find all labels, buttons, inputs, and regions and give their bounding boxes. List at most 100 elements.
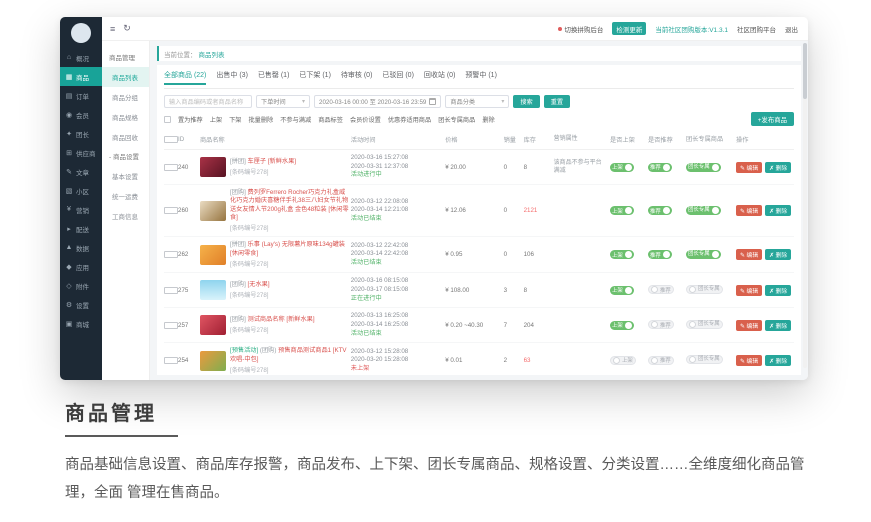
product-name-text[interactable]: [团购] [无水果] [230,281,270,289]
row-checkbox[interactable] [164,357,178,364]
leader-exclusive-toggle[interactable]: 团长专属 [686,320,723,329]
sidebar-item-goods[interactable]: ▦商品 [60,67,102,86]
shelf-toggle[interactable]: 上架 [610,286,634,295]
breadcrumb-current[interactable]: 商品列表 [199,49,225,59]
delete-button[interactable]: ✗ 删除 [765,205,791,216]
submenu-item[interactable]: 基本设置 [102,166,149,186]
recommend-toggle[interactable]: 推荐 [648,356,674,365]
product-name-text[interactable]: [团购] 费列罗Ferrero Rocher巧克力礼盒威化巧克力婚庆喜糖伴手礼3… [230,189,351,222]
sidebar-item-members[interactable]: ◉会员 [60,105,102,124]
batch-action[interactable]: 下架 [229,115,241,124]
product-image[interactable] [200,245,226,265]
submenu-item[interactable]: 统一运费 [102,186,149,206]
tab-预警中[interactable]: 预警中 (1) [465,70,497,84]
product-name-text[interactable]: [预售活动] (团购) 预售商品测试商品1 [KTV欢唱-中包] [230,347,351,364]
leader-exclusive-toggle[interactable]: 团长专属 [686,206,721,215]
edit-button[interactable]: ✎ 编辑 [736,205,762,216]
product-image[interactable] [200,315,226,335]
delete-button[interactable]: ✗ 删除 [765,285,791,296]
batch-action[interactable]: 置为推荐 [178,115,203,124]
submenu-item[interactable]: 商品回收 [102,127,149,147]
batch-action[interactable]: 删除 [482,115,494,124]
delete-button[interactable]: ✗ 删除 [765,162,791,173]
tab-已售罄[interactable]: 已售罄 (1) [258,70,290,84]
topbar-item[interactable]: 切换拼购后台 [558,24,603,34]
search-button[interactable]: 搜索 [513,95,539,108]
sidebar-item-marketing[interactable]: ¥营销 [60,200,102,219]
category-select[interactable]: 商品分类▾ [445,95,509,108]
product-name-text[interactable]: [团购] 测试商品名称 [新鲜水果] [230,316,315,324]
edit-button[interactable]: ✎ 编辑 [736,162,762,173]
row-checkbox[interactable] [164,164,178,171]
edit-button[interactable]: ✎ 编辑 [736,285,762,296]
delete-button[interactable]: ✗ 删除 [765,355,791,366]
leader-exclusive-toggle[interactable]: 团长专属 [686,285,723,294]
sidebar-item-settings[interactable]: ⚙设置 [60,295,102,314]
submenu-item[interactable]: 商品规格 [102,107,149,127]
batch-action[interactable]: 不参与满减 [280,115,311,124]
sidebar-item-data[interactable]: ▲数据 [60,238,102,257]
sidebar-item-community[interactable]: ▧小区 [60,181,102,200]
batch-action[interactable]: 上架 [210,115,222,124]
sidebar-item-assets[interactable]: ◇附件 [60,276,102,295]
leader-exclusive-toggle[interactable]: 团长专属 [686,163,721,172]
topbar-item[interactable]: 社区团购平台 [737,24,776,34]
shelf-toggle[interactable]: 上架 [610,321,634,330]
product-name-text[interactable]: [拼团] 乐事 (Lay's) 无限薯片原味134g罐装 [休闲零食] [230,241,351,258]
sidebar-item-apps[interactable]: ◆应用 [60,257,102,276]
edit-button[interactable]: ✎ 编辑 [736,249,762,260]
row-checkbox[interactable] [164,251,178,258]
row-checkbox[interactable] [164,207,178,214]
batch-action[interactable]: 会员价设置 [350,115,381,124]
refresh-icon[interactable]: ↻ [123,23,131,34]
sidebar-item-supplier[interactable]: ⊞供应商 [60,143,102,162]
batch-action[interactable]: 批量删除 [249,115,274,124]
leader-exclusive-toggle[interactable]: 团长专属 [686,250,721,259]
topbar-item[interactable]: 退出 [785,24,798,34]
shelf-toggle[interactable]: 上架 [610,163,634,172]
tab-出售中[interactable]: 出售中 (3) [216,70,248,84]
time-type-select[interactable]: 下单时间▾ [256,95,310,108]
scrollbar[interactable] [803,43,807,368]
header-checkbox[interactable] [164,136,178,143]
product-image[interactable] [200,280,226,300]
shelf-toggle[interactable]: 上架 [610,356,636,365]
tab-待审核[interactable]: 待审核 (0) [341,70,373,84]
sidebar-item-overview[interactable]: ⌂概况 [60,48,102,67]
sidebar-item-orders[interactable]: ▤订单 [60,86,102,105]
recommend-toggle[interactable]: 推荐 [648,320,674,329]
edit-button[interactable]: ✎ 编辑 [736,355,762,366]
publish-product-button[interactable]: +发布商品 [751,112,794,126]
recommend-toggle[interactable]: 推荐 [648,250,672,259]
tab-已下架[interactable]: 已下架 (1) [299,70,331,84]
tab-回收站[interactable]: 回收站 (0) [424,70,456,84]
product-image[interactable] [200,201,226,221]
submenu-item[interactable]: 工商信息 [102,206,149,226]
search-input[interactable]: 输入商品编码或者商品名称 [164,95,252,108]
sidebar-item-article[interactable]: ✎文章 [60,162,102,181]
product-image[interactable] [200,157,226,177]
reset-button[interactable]: 重置 [544,95,570,108]
delete-button[interactable]: ✗ 删除 [765,320,791,331]
leader-exclusive-toggle[interactable]: 团长专属 [686,355,723,364]
recommend-toggle[interactable]: 推荐 [648,206,672,215]
date-range-picker[interactable]: 2020-03-16 00:00 至 2020-03-16 23:59 [314,95,441,108]
batch-action[interactable]: 团长专属商品 [438,115,475,124]
tab-全部商品[interactable]: 全部商品 (22) [164,70,206,85]
shelf-toggle[interactable]: 上架 [610,250,634,259]
topbar-item[interactable]: 当前社区团购版本:V1.3.1 [655,24,728,34]
sidebar-item-delivery[interactable]: ▸配送 [60,219,102,238]
shelf-toggle[interactable]: 上架 [610,206,634,215]
select-all-checkbox[interactable] [164,116,171,123]
scrollbar-thumb[interactable] [803,43,807,99]
edit-button[interactable]: ✎ 编辑 [736,320,762,331]
topbar-item[interactable]: 检测更新 [612,22,646,35]
delete-button[interactable]: ✗ 删除 [765,249,791,260]
submenu-item[interactable]: 商品分组 [102,87,149,107]
sidebar-item-mall[interactable]: ▣商城 [60,314,102,333]
recommend-toggle[interactable]: 推荐 [648,163,672,172]
sidebar-item-leader[interactable]: ✦团长 [60,124,102,143]
product-image[interactable] [200,351,226,371]
tab-已驳回[interactable]: 已驳回 (0) [382,70,414,84]
row-checkbox[interactable] [164,322,178,329]
